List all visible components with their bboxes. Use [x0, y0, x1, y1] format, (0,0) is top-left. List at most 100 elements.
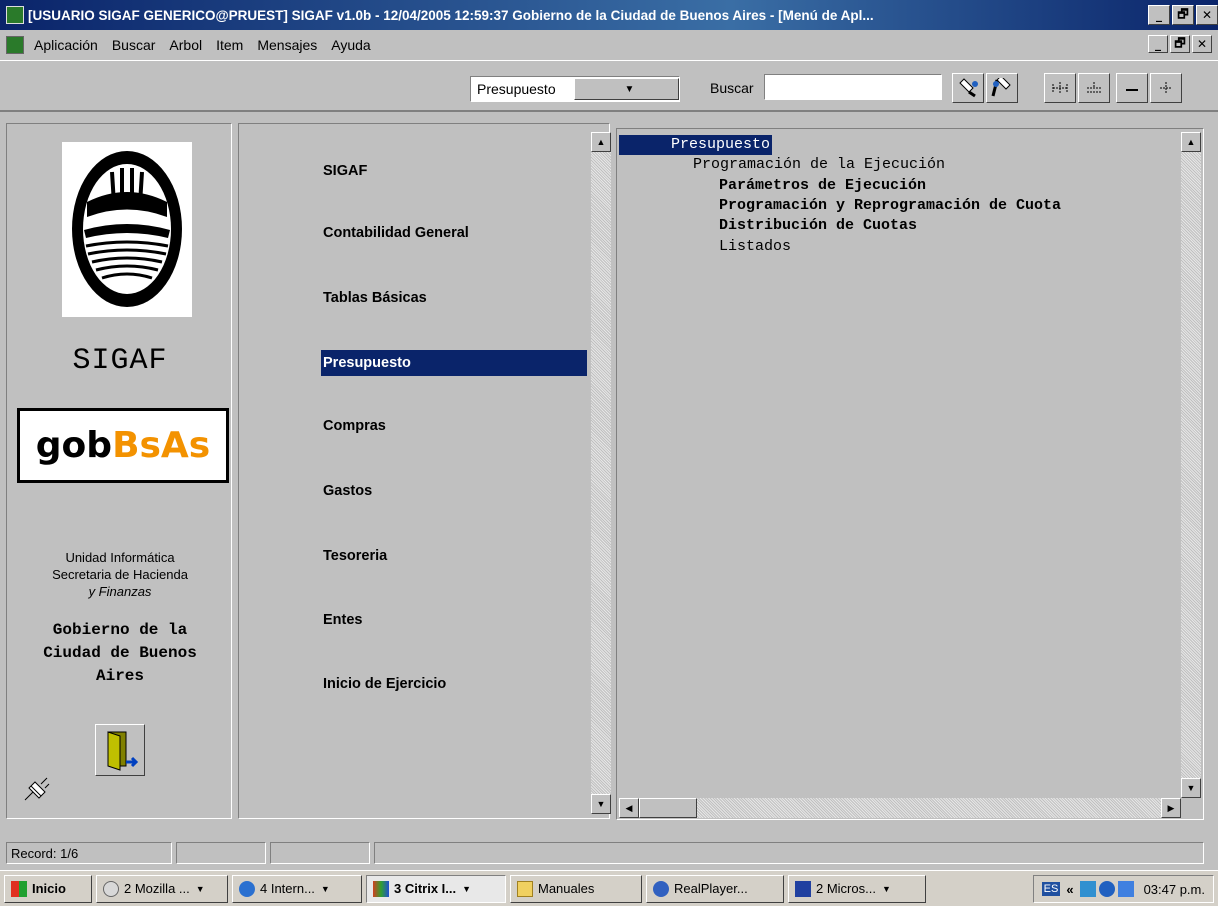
tree-panel: Presupuesto Programación de la Ejecución… [616, 128, 1204, 820]
clock: 03:47 p.m. [1143, 881, 1205, 897]
unit-info: Unidad Informática Secretaria de Haciend… [7, 549, 233, 600]
task-label: 4 Intern... [260, 881, 315, 896]
exit-button[interactable] [95, 724, 145, 776]
gov-line: Aires [95, 667, 144, 685]
connection-icon[interactable] [1117, 881, 1134, 897]
scroll-left-icon[interactable]: ◀ [619, 798, 639, 818]
search-prev-button[interactable] [986, 73, 1018, 103]
scroll-down-icon[interactable]: ▼ [591, 794, 611, 814]
expand-button[interactable] [1150, 73, 1182, 103]
scroll-down-icon[interactable]: ▼ [1181, 778, 1201, 798]
task-label: 3 Citrix I... [394, 881, 457, 896]
gobbsas-logo: gob BsAs [17, 408, 229, 483]
window-title: [USUARIO SIGAF GENERICO@PRUEST] SIGAF v1… [28, 7, 874, 23]
tree-node-programacion-cuota[interactable]: Programación y Reprogramación de Cuota [719, 196, 1061, 216]
search-input[interactable] [764, 74, 942, 100]
chevron-down-icon: ▼ [195, 883, 205, 894]
collapse-button[interactable] [1116, 73, 1148, 103]
tree-vscrollbar[interactable]: ▲ ▼ [1181, 132, 1201, 798]
tree-node-presupuesto[interactable]: Presupuesto [619, 135, 773, 155]
antivirus-icon[interactable] [1098, 881, 1115, 897]
task-mozilla[interactable]: 2 Mozilla ... ▼ [96, 874, 228, 903]
menu-aplicacion[interactable]: Aplicación [34, 37, 98, 53]
unit-line: Secretaria de Hacienda [52, 567, 188, 582]
task-citrix[interactable]: 3 Citrix I... ▼ [366, 874, 506, 903]
module-gastos[interactable]: Gastos [321, 478, 372, 504]
mdi-restore-button[interactable]: 🗗 [1170, 35, 1190, 53]
start-label: Inicio [32, 881, 66, 896]
tree-node-distribucion[interactable]: Distribución de Cuotas [719, 216, 917, 236]
module-contabilidad-general[interactable]: Contabilidad General [321, 220, 469, 246]
mdi-controls: _ 🗗 ✕ [1146, 35, 1212, 53]
window-titlebar[interactable]: [USUARIO SIGAF GENERICO@PRUEST] SIGAF v1… [0, 0, 1218, 30]
module-inicio-de-ejercicio[interactable]: Inicio de Ejercicio [321, 671, 446, 697]
taskbar: Inicio 2 Mozilla ... ▼ 4 Intern... ▼ 3 Cit… [0, 870, 1218, 906]
connection-plug-icon [21, 776, 51, 806]
module-compras[interactable]: Compras [321, 413, 386, 439]
module-entes[interactable]: Entes [321, 607, 363, 633]
gov-line: Gobierno de la [52, 621, 188, 639]
task-label: Manuales [538, 881, 595, 896]
module-tablas-basicas[interactable]: Tablas Básicas [321, 285, 427, 311]
task-manuales[interactable]: Manuales [510, 874, 642, 903]
exit-door-icon [107, 731, 139, 771]
task-label: RealPlayer... [674, 881, 748, 896]
close-button[interactable]: ✕ [1196, 5, 1218, 25]
unit-line: Unidad Informática [65, 550, 175, 565]
city-seal-icon [72, 151, 182, 307]
status-cell [270, 842, 370, 864]
mdi-minimize-button[interactable]: _ [1148, 35, 1168, 53]
module-presupuesto[interactable]: Presupuesto [321, 350, 587, 376]
menu-buscar[interactable]: Buscar [112, 37, 156, 53]
collapse-all-button[interactable] [1078, 73, 1110, 103]
expand-all-button[interactable] [1044, 73, 1076, 103]
tray-expand-button[interactable]: « [1066, 882, 1073, 897]
status-cell [176, 842, 266, 864]
citrix-icon [373, 880, 389, 897]
menu-mensajes[interactable]: Mensajes [257, 37, 317, 53]
menu-item[interactable]: Item [216, 37, 243, 53]
chevron-down-icon[interactable]: ▼ [574, 78, 679, 100]
tree-node-parametros[interactable]: Parámetros de Ejecución [719, 176, 926, 196]
module-select-value: Presupuesto [477, 81, 556, 97]
plus-icon [1160, 82, 1172, 94]
search-next-button[interactable] [952, 73, 984, 103]
task-realplayer[interactable]: RealPlayer... [646, 874, 784, 903]
scroll-right-icon[interactable]: ▶ [1161, 798, 1181, 818]
ie-icon [239, 880, 255, 897]
module-list-scrollbar[interactable]: ▲ ▼ [591, 132, 611, 814]
task-word[interactable]: 2 Micros... ▼ [788, 874, 926, 903]
status-cell [374, 842, 1204, 864]
windows-logo-icon [11, 880, 27, 897]
document-icon[interactable] [6, 36, 24, 54]
tree-node-programacion[interactable]: Programación de la Ejecución [693, 155, 945, 175]
status-bar: Record: 1/6 [0, 840, 1218, 866]
tree-hscrollbar[interactable]: ◀ ▶ [619, 798, 1181, 818]
task-label: 2 Micros... [816, 881, 876, 896]
scroll-up-icon[interactable]: ▲ [591, 132, 611, 152]
chevron-down-icon: ▼ [881, 883, 891, 894]
task-internet-explorer[interactable]: 4 Intern... ▼ [232, 874, 362, 903]
module-tesoreria[interactable]: Tesoreria [321, 543, 387, 569]
menu-tree: Presupuesto Programación de la Ejecución… [619, 132, 1179, 798]
menu-ayuda[interactable]: Ayuda [331, 37, 370, 53]
toolbar: Presupuesto ▼ Buscar [0, 60, 1218, 112]
system-tray: ES « 03:47 p.m. [1032, 875, 1214, 903]
scroll-thumb[interactable] [639, 798, 697, 818]
gob-logo-text: gob [35, 425, 113, 466]
network-icon[interactable] [1079, 881, 1096, 897]
mdi-close-button[interactable]: ✕ [1192, 35, 1212, 53]
start-button[interactable]: Inicio [4, 874, 92, 903]
scroll-up-icon[interactable]: ▲ [1181, 132, 1201, 152]
tree-node-listados[interactable]: Listados [719, 237, 791, 257]
language-indicator[interactable]: ES [1041, 882, 1061, 896]
minimize-button[interactable]: _ [1148, 5, 1170, 25]
gov-line: Ciudad de Buenos [43, 644, 197, 662]
app-icon[interactable] [6, 6, 24, 24]
module-sigaf[interactable]: SIGAF [321, 158, 367, 184]
module-select[interactable]: Presupuesto ▼ [470, 76, 680, 102]
government-name: Gobierno de la Ciudad de Buenos Aires [7, 619, 233, 688]
branding-panel: SIGAF gob BsAs Unidad Informática Secreta… [6, 123, 232, 819]
menu-arbol[interactable]: Arbol [169, 37, 202, 53]
restore-button[interactable]: 🗗 [1172, 5, 1194, 25]
